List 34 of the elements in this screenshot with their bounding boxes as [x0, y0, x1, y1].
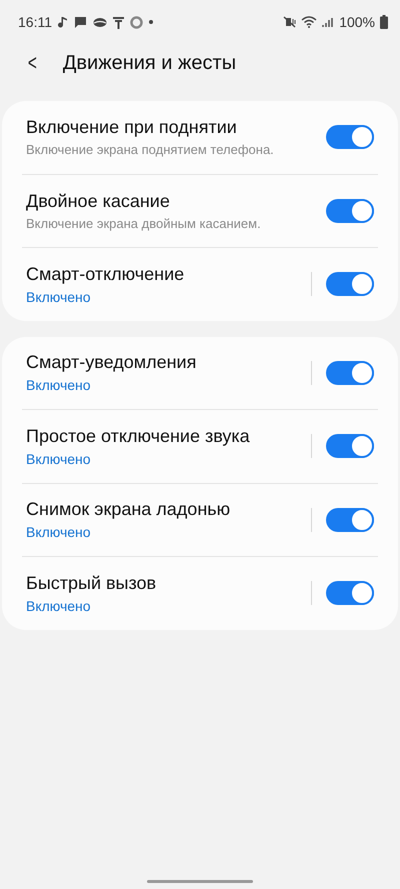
status-text: Включено: [26, 598, 92, 614]
toggle-switch[interactable]: [326, 434, 374, 458]
toggle-switch[interactable]: [326, 508, 374, 532]
setting-title: Включение при поднятии: [26, 117, 238, 138]
wifi-icon: [301, 16, 318, 28]
setting-title: Быстрый вызов: [26, 572, 158, 594]
setting-title: Снимок экрана ладонью: [26, 499, 232, 520]
vibrate-icon: [283, 16, 296, 28]
status-text: Включено: [26, 524, 92, 540]
dot-icon: [149, 20, 153, 24]
setting-title: Смарт-уведомления: [26, 352, 198, 374]
chat-icon: [74, 16, 87, 28]
battery-percent: 100%: [339, 14, 375, 30]
ring-icon: [130, 16, 143, 28]
back-button[interactable]: <: [25, 50, 40, 76]
toggle-switch[interactable]: [326, 125, 374, 150]
setting-description: Включение экрана двойным касанием.: [26, 216, 262, 231]
toggle-switch[interactable]: [326, 198, 374, 223]
page-title: Движения и жесты: [62, 52, 236, 74]
setting-title: Простое отключение звука: [26, 426, 251, 447]
signal-icon: [322, 16, 334, 28]
status-text: Включено: [26, 288, 92, 305]
setting-title: Двойное касание: [26, 190, 171, 212]
setting-title: Смарт-отключение: [26, 264, 186, 285]
home-handle[interactable]: [147, 880, 253, 883]
toggle-switch[interactable]: [326, 360, 374, 385]
status-text: Включено: [26, 377, 92, 394]
clock: 16:11: [18, 14, 52, 30]
music-note-icon: [58, 16, 68, 28]
status-text: Включено: [26, 450, 92, 467]
battery-icon: [380, 15, 388, 29]
setting-description: Включение экрана поднятием телефона.: [26, 142, 275, 158]
toggle-switch[interactable]: [326, 581, 374, 606]
toggle-switch[interactable]: [326, 272, 374, 296]
